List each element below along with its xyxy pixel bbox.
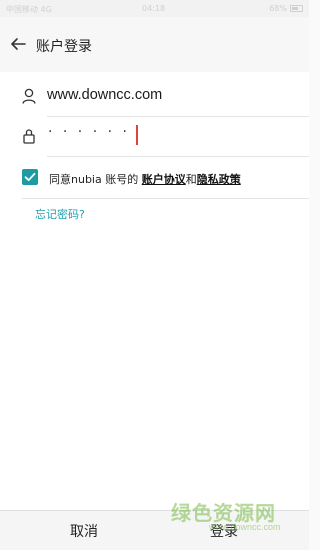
watermark-url: www.downcc.com: [209, 522, 281, 532]
page-title: 账户登录: [36, 39, 92, 55]
account-agreement-link[interactable]: 账户协议: [142, 173, 186, 186]
agree-checkbox[interactable]: [22, 169, 38, 185]
account-input[interactable]: www.downcc.com: [47, 87, 162, 103]
watermark-logo: 绿色资源网 www.downcc.com: [171, 497, 289, 537]
divider: [47, 156, 309, 157]
agreement-prefix: 同意nubia 账号的: [49, 173, 142, 186]
login-form: www.downcc.com · · · · · · 同意nubia 账号的 账…: [0, 72, 309, 510]
user-icon: [22, 88, 36, 104]
status-time: 04:18: [142, 4, 166, 13]
back-arrow-icon[interactable]: [10, 36, 26, 52]
lock-icon: [23, 129, 35, 144]
agreement-text: 同意nubia 账号的 账户协议和隐私政策: [49, 171, 241, 187]
forgot-password-link[interactable]: 忘记密码?: [35, 206, 85, 222]
status-bar: 中国移动 4G 04:18 68%: [0, 0, 309, 17]
cancel-button[interactable]: 取消: [0, 511, 168, 550]
divider: [47, 116, 309, 117]
divider: [22, 198, 309, 199]
battery-icon: [290, 5, 303, 12]
header-bar: 账户登录: [0, 17, 309, 72]
password-input[interactable]: · · · · · ·: [48, 124, 130, 140]
status-carrier: 中国移动 4G: [6, 5, 52, 14]
checkmark-icon: [24, 172, 36, 182]
text-cursor: [136, 125, 138, 145]
agreement-and: 和: [185, 173, 197, 186]
privacy-policy-link[interactable]: 隐私政策: [197, 173, 241, 186]
status-battery-level: 68%: [269, 4, 287, 13]
